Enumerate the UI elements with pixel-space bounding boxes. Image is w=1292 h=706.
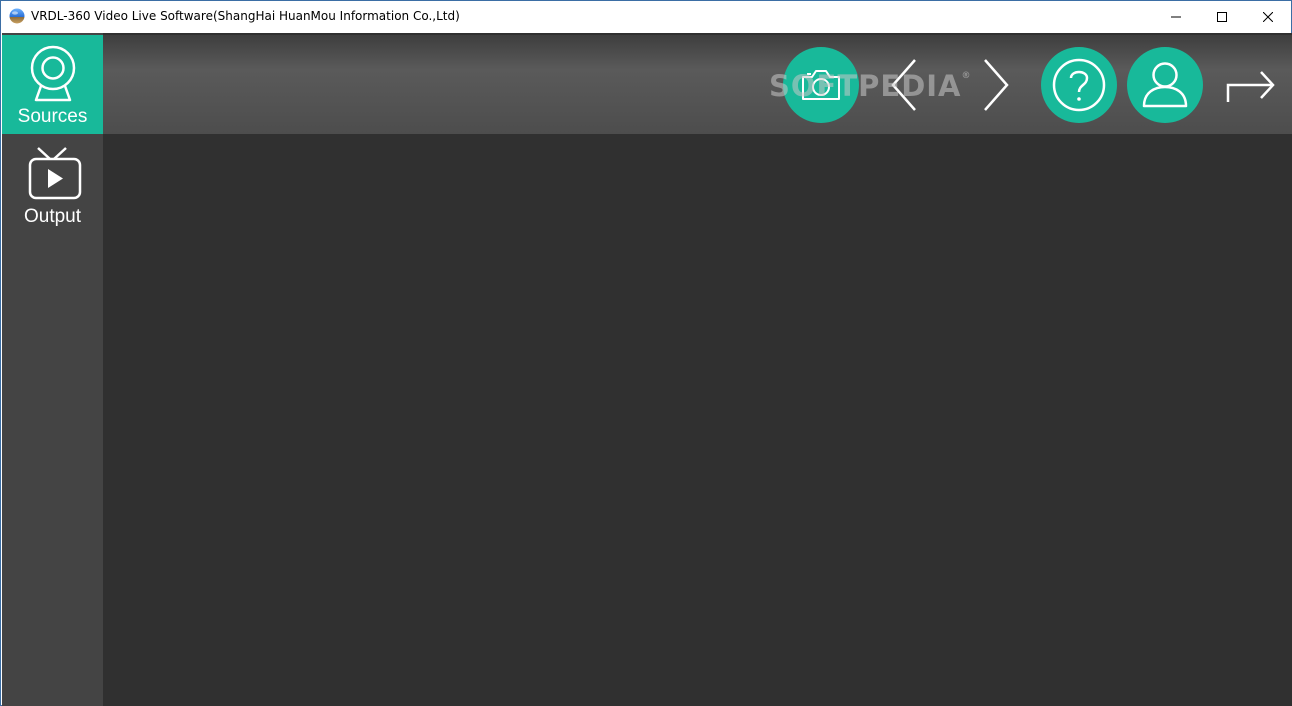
maximize-button[interactable] xyxy=(1199,1,1245,32)
snapshot-button[interactable] xyxy=(783,47,859,123)
help-icon xyxy=(1052,58,1106,112)
chevron-right-icon xyxy=(984,59,1009,111)
client-area: Sources Output SOFTPEDIA® xyxy=(2,33,1292,706)
sidebar: Sources Output xyxy=(2,33,103,706)
exit-button[interactable] xyxy=(1221,47,1281,123)
close-button[interactable] xyxy=(1245,1,1291,32)
sidebar-item-label: Sources xyxy=(17,106,88,127)
webcam-icon xyxy=(30,45,76,102)
app-window: VRDL-360 Video Live Software(ShangHai Hu… xyxy=(0,0,1292,706)
help-button[interactable] xyxy=(1041,47,1117,123)
maximize-icon xyxy=(1217,11,1227,22)
app-globe-icon xyxy=(9,8,25,24)
close-icon xyxy=(1263,11,1273,22)
next-button[interactable] xyxy=(965,47,1025,123)
user-button[interactable] xyxy=(1127,47,1203,123)
tv-play-icon xyxy=(28,147,82,200)
previous-button[interactable] xyxy=(875,47,935,123)
user-icon xyxy=(1142,62,1188,108)
sidebar-item-output[interactable]: Output xyxy=(2,138,103,233)
camera-icon xyxy=(802,70,840,100)
chevron-left-icon xyxy=(891,59,916,111)
window-title: VRDL-360 Video Live Software(ShangHai Hu… xyxy=(31,9,460,23)
sidebar-item-sources[interactable]: Sources xyxy=(2,35,103,134)
title-bar[interactable]: VRDL-360 Video Live Software(ShangHai Hu… xyxy=(1,1,1291,32)
exit-arrow-icon xyxy=(1226,71,1275,102)
sidebar-item-label: Output xyxy=(23,206,82,227)
top-toolbar: SOFTPEDIA® xyxy=(103,35,1292,134)
minimize-button[interactable] xyxy=(1153,1,1199,32)
preview-area xyxy=(103,134,1292,706)
minimize-icon xyxy=(1171,16,1181,17)
